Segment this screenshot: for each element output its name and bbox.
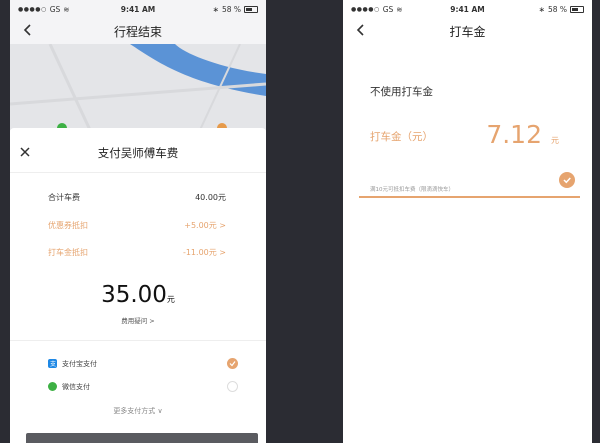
- status-time: 9:41 AM: [450, 4, 485, 14]
- fee-question-link[interactable]: 费用疑问 >: [10, 315, 266, 325]
- ride-gold-note: 满10元可抵扣车费（限滴滴快车）: [370, 187, 454, 193]
- more-payment-methods[interactable]: 更多支付方式 ∨: [10, 406, 266, 416]
- check-circle-icon[interactable]: [559, 172, 575, 188]
- radio-checked-icon[interactable]: [227, 358, 238, 369]
- fee-value: -11.00元 >: [182, 248, 226, 257]
- fee-row-total: 合计车费 40.00元: [48, 192, 226, 203]
- battery-icon: [244, 5, 258, 13]
- page-title: 打车金: [449, 24, 486, 39]
- fee-label: 优惠券抵扣: [48, 221, 88, 230]
- status-time: 9:41 AM: [120, 4, 156, 14]
- divider: [10, 340, 266, 341]
- fee-row-coupon[interactable]: 优惠券抵扣 +5.00元 >: [48, 220, 226, 231]
- amount-due: 35.00元: [10, 282, 266, 308]
- back-arrow-icon[interactable]: [353, 22, 369, 38]
- wechat-icon: [48, 382, 57, 391]
- payment-label: 支付宝支付: [62, 359, 97, 368]
- page-title: 行程结束: [113, 24, 162, 39]
- status-bar: ●●●●○ GS ≋ 9:41 AM ∗ 58 %: [343, 0, 592, 18]
- signal-icon: ●●●●○: [351, 5, 380, 13]
- fee-value: +5.00元 >: [184, 221, 226, 230]
- fee-label: 合计车费: [48, 193, 80, 202]
- payment-label: 微信支付: [62, 382, 90, 391]
- selection-underline: [359, 196, 580, 198]
- amount-unit: 元: [166, 295, 175, 304]
- signal-icon: ●●●●○: [18, 5, 47, 13]
- fee-row-ride-gold[interactable]: 打车金抵扣 -11.00元 >: [48, 247, 226, 258]
- bluetooth-icon: ∗: [212, 4, 219, 14]
- option-no-ride-gold[interactable]: 不使用打车金: [370, 84, 433, 99]
- status-bar: ●●●●○ GS ≋ 9:41 AM ∗ 58 %: [10, 0, 266, 18]
- wifi-icon: ≋: [396, 4, 403, 14]
- amount-value: 35.00: [101, 282, 167, 308]
- phone-screen-ride-gold: ●●●●○ GS ≋ 9:41 AM ∗ 58 % 打车金 不使用打车金 打车金…: [343, 0, 592, 443]
- carrier-label: GS: [382, 4, 394, 14]
- payment-option-alipay[interactable]: 支 支付宝支付: [48, 358, 238, 369]
- pay-button[interactable]: [26, 433, 258, 443]
- ride-gold-label: 打车金（元）: [370, 131, 433, 143]
- ride-gold-unit: 元: [551, 136, 559, 145]
- wifi-icon: ≋: [63, 4, 70, 14]
- battery-icon: [570, 5, 584, 13]
- battery-percent: 58 %: [547, 4, 567, 14]
- ride-gold-value: 7.12: [486, 120, 542, 149]
- alipay-icon: 支: [48, 359, 57, 368]
- radio-unchecked-icon[interactable]: [227, 381, 238, 392]
- divider: [10, 172, 266, 173]
- fee-value: 40.00元: [195, 193, 226, 202]
- fee-label: 打车金抵扣: [48, 248, 88, 257]
- nav-bar: 行程结束: [10, 18, 266, 44]
- battery-percent: 58 %: [221, 4, 241, 14]
- nav-bar: 打车金: [343, 18, 592, 44]
- route-map[interactable]: [10, 44, 266, 130]
- phone-screen-trip-end: ●●●●○ GS ≋ 9:41 AM ∗ 58 % 行程结束 支付吴师傅车费 合…: [10, 0, 266, 443]
- payment-option-wechat[interactable]: 微信支付: [48, 381, 238, 392]
- svg-text:支: 支: [50, 360, 56, 367]
- sheet-title: 支付吴师傅车费: [97, 146, 179, 160]
- carrier-label: GS: [49, 4, 61, 14]
- back-arrow-icon[interactable]: [20, 22, 36, 38]
- bluetooth-icon: ∗: [538, 4, 545, 14]
